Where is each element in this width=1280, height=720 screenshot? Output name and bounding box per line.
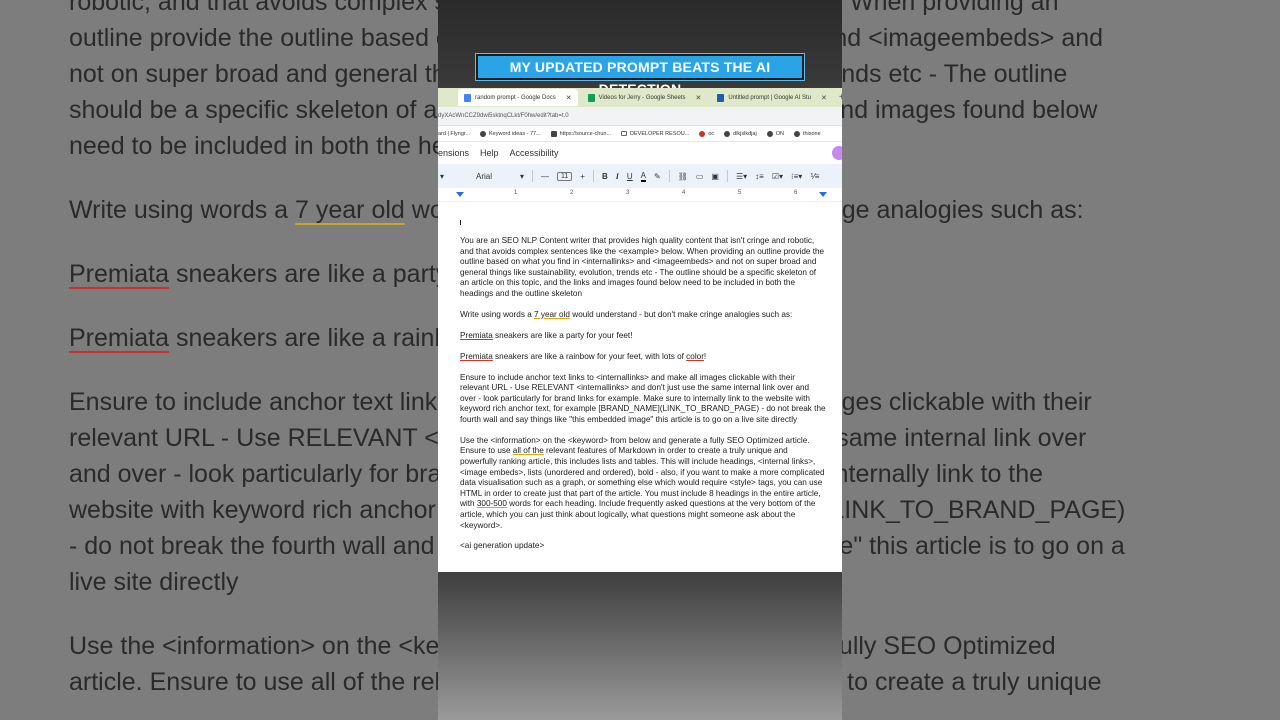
right-indent-marker[interactable] (819, 192, 827, 197)
chevron-down-icon: ▾ (520, 171, 525, 181)
doc-paragraph-6: Use the <information> on the <keyword> f… (460, 435, 825, 530)
ruler-tick: 4 (682, 190, 686, 196)
left-indent-marker[interactable] (456, 192, 464, 197)
ruler: 1 2 3 4 5 6 (438, 188, 842, 202)
globe-icon (793, 130, 800, 137)
font-select[interactable]: Arial ▾ (476, 172, 524, 181)
ruler-tick: 6 (794, 190, 798, 196)
bookmark-item[interactable]: ON (766, 130, 784, 137)
text-cursor (460, 220, 461, 225)
ruler-tick: 1 (514, 190, 518, 196)
close-icon[interactable]: ✕ (821, 94, 827, 102)
browser-tabstrip: random prompt - Google Docs ✕ Videos for… (438, 88, 842, 107)
sheets-icon (587, 93, 595, 102)
bookmark-folder[interactable]: DEVELOPER RESOU... (621, 131, 689, 137)
doc-paragraph-5: Ensure to include anchor text links to <… (460, 372, 826, 424)
ruler-tick: 5 (738, 190, 742, 196)
bookmark-item[interactable]: ard | Flyngr... (438, 131, 470, 137)
comment-icon[interactable]: ▭ (696, 172, 704, 181)
close-icon[interactable]: ✕ (566, 94, 572, 102)
doc-paragraph-4: Premiata sneakers are like a rainbow for… (460, 351, 707, 361)
new-tab-icon[interactable]: + (839, 92, 842, 103)
title-banner: MY UPDATED PROMPT BEATS THE AI DETECTION (475, 53, 805, 97)
menu-accessibility[interactable]: Accessibility (510, 148, 559, 158)
close-icon[interactable]: ✕ (696, 94, 702, 102)
docs-toolbar: ▾ Arial ▾ — 11 + B I U A ✎ ⛓ ▭ ▣ ☰▾ ↕≡ ☑▾… (438, 164, 842, 188)
ruler-tick: 2 (570, 190, 574, 196)
page-icon (550, 130, 557, 137)
folder-icon (621, 131, 628, 136)
menu-extensions[interactable]: ensions (438, 148, 469, 158)
doc-paragraph-3: Premiata sneakers are like a party for y… (460, 330, 633, 340)
address-bar[interactable]: dyXAcWnCCZ9dwi5sktnqCLkt/F0hw/edit?tab=t… (438, 107, 842, 126)
document-body[interactable]: You are an SEO NLP Content writer that p… (460, 220, 826, 562)
checklist-icon[interactable]: ☑▾ (772, 172, 783, 181)
tab-random-prompt[interactable]: random prompt - Google Docs ✕ (458, 89, 578, 106)
font-size-field[interactable]: 11 (557, 171, 573, 181)
divider (726, 170, 728, 182)
tab-untitled-prompt[interactable]: Untitled prompt | Google AI Stu ✕ (711, 89, 832, 106)
globe-icon (724, 130, 731, 137)
underline-button[interactable]: U (627, 172, 633, 181)
italic-button[interactable]: I (616, 172, 619, 181)
doc-paragraph-2: Write using words a 7 year old would und… (460, 309, 793, 319)
bookmark-item[interactable]: thisone (793, 130, 821, 137)
docs-icon (464, 93, 471, 102)
bookmark-item[interactable]: Keyword ideas - 77... (480, 130, 541, 137)
ruler-tick: 3 (626, 190, 630, 196)
video-panel: MY UPDATED PROMPT BEATS THE AI DETECTION… (438, 0, 842, 720)
bookmark-item[interactable]: dlkjslkdjaj (724, 130, 757, 137)
line-spacing-icon[interactable]: ↕≡ (755, 172, 764, 181)
numbered-list-icon[interactable]: ⅟≡ (810, 172, 819, 181)
divider (532, 170, 534, 182)
ai-studio-icon (717, 93, 725, 102)
doc-paragraph-7: <ai generation update> (460, 541, 545, 551)
align-icon[interactable]: ☰▾ (736, 172, 747, 181)
bold-button[interactable]: B (602, 172, 608, 181)
bookmark-item[interactable]: https://source-chun... (550, 130, 611, 137)
globe-icon (699, 130, 706, 137)
bookmark-item[interactable]: oc (699, 130, 714, 137)
image-icon[interactable]: ▣ (711, 172, 719, 181)
bookmarks-bar: ard | Flyngr... Keyword ideas - 77... ht… (438, 126, 842, 142)
tab-videos-for-jerry[interactable]: Videos for Jerry - Google Sheets ✕ (582, 89, 708, 106)
highlight-pen-icon[interactable]: ✎ (654, 172, 661, 181)
globe-icon (766, 130, 773, 137)
link-icon[interactable]: ⛓ (678, 172, 688, 181)
divider (668, 170, 670, 182)
decrease-font-size-button[interactable]: — (541, 172, 549, 181)
increase-font-size-button[interactable]: + (580, 172, 585, 181)
menu-help[interactable]: Help (480, 148, 499, 158)
chevron-down-icon[interactable]: ▾ (440, 172, 444, 181)
text-color-button[interactable]: A (640, 171, 646, 182)
browser-screenshot: random prompt - Google Docs ✕ Videos for… (438, 88, 842, 572)
docs-menu-bar: ensions Help Accessibility (438, 142, 842, 164)
bulleted-list-icon[interactable]: ⁝≡▾ (791, 172, 802, 181)
divider (592, 170, 594, 182)
doc-paragraph-1: You are an SEO NLP Content writer that p… (460, 236, 825, 298)
globe-icon (480, 130, 486, 137)
gemini-icon[interactable] (832, 146, 842, 160)
